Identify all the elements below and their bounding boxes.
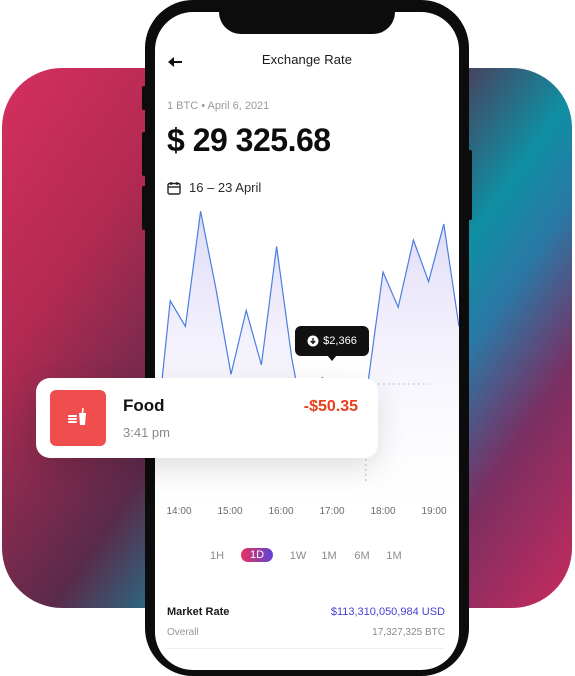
time-axis: 14:00 15:00 16:00 17:00 18:00 19:00 (155, 506, 459, 522)
period-selector: 1H 1D 1W 1M 6M 1M (155, 548, 459, 568)
chart-tooltip: $2,366 (295, 326, 369, 356)
btc-date-subtitle: 1 BTC • April 6, 2021 (167, 100, 270, 112)
tooltip-pointer (327, 355, 337, 361)
divider (167, 648, 445, 649)
time-tick-label: 18:00 (370, 506, 396, 517)
period-6m[interactable]: 6M (354, 550, 369, 562)
phone-volume-up (142, 132, 146, 176)
time-tick-label: 15:00 (217, 506, 243, 517)
time-tick-label: 19:00 (421, 506, 447, 517)
transaction-category: Food (123, 396, 165, 415)
phone-volume-down (142, 186, 146, 230)
transaction-amount: -$50.35 (303, 398, 358, 415)
overall-label: Overall (167, 627, 199, 638)
arrow-down-circle-icon (307, 335, 319, 347)
period-1w[interactable]: 1W (290, 550, 307, 562)
transaction-time: 3:41 pm (123, 425, 170, 440)
food-drink-icon (50, 390, 106, 446)
page-title: Exchange Rate (261, 52, 353, 67)
price-area-fill (155, 211, 459, 512)
time-tick-label: 14:00 (166, 506, 192, 517)
period-1m[interactable]: 1M (386, 550, 401, 562)
btc-price: $ 29 325.68 (167, 122, 331, 158)
phone-notch (219, 0, 395, 34)
period-1h[interactable]: 1H (210, 550, 224, 562)
overall-btc: 17,327,325 BTC (372, 627, 445, 638)
period-1m[interactable]: 1M (321, 550, 336, 562)
period-1d-active[interactable]: 1D (240, 548, 274, 562)
market-rate-label: Market Rate (167, 606, 230, 618)
phone-power-button (468, 150, 472, 220)
phone-side-button (142, 86, 146, 110)
time-tick-label: 16:00 (268, 506, 294, 517)
market-rate-usd: $113,310,050,984 USD (330, 606, 445, 618)
transaction-card[interactable]: Food 3:41 pm -$50.35 (36, 378, 378, 458)
tooltip-value: $2,366 (323, 335, 357, 347)
time-tick-label: 17:00 (319, 506, 345, 517)
